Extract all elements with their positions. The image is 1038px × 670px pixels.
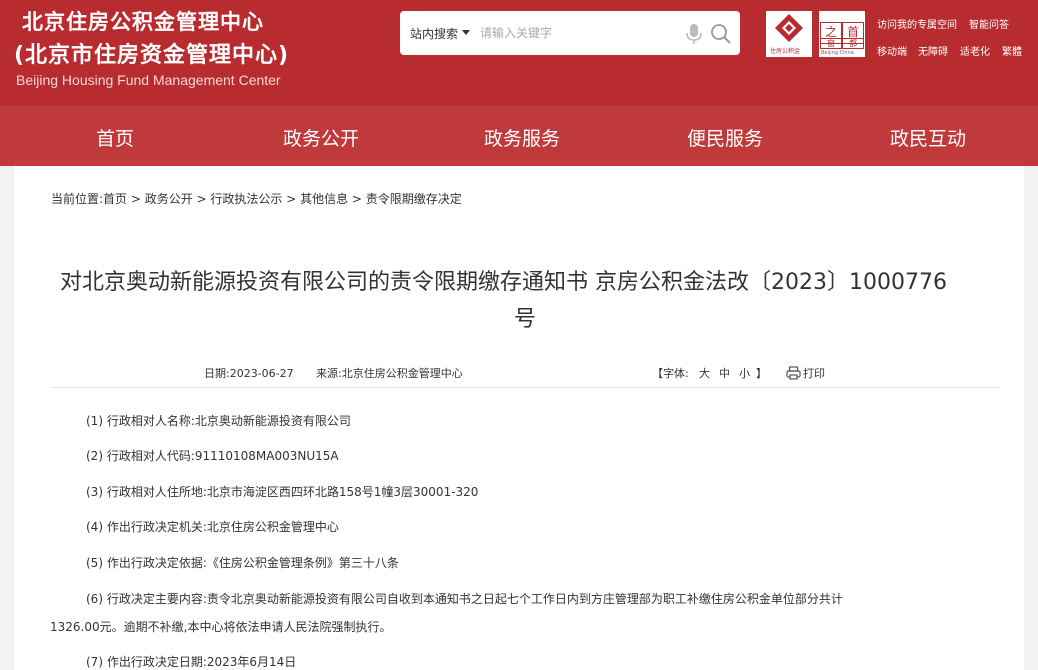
divider [51,387,999,388]
font-small-button[interactable]: 小 [739,365,750,381]
font-large-button[interactable]: 大 [699,365,710,381]
article-item: (7) 作出行政决定日期:2023年6月14日 [86,655,297,669]
article-item: (3) 行政相对人住所地:北京市海淀区西四环北路158号1幢3层30001-32… [86,485,479,499]
org-name-cn-alt[interactable]: (北京市住房资金管理中心) [14,37,289,69]
breadcrumb[interactable]: 当前位置:首页 > 政务公开 > 行政执法公示 > 其他信息 > 责令限期缴存决… [51,190,462,207]
search-box: 站内搜索 [400,11,740,55]
logo-caption: 住房公积金 [770,48,801,55]
nav-item-gov-affairs[interactable]: 政务公开 [283,124,359,151]
elderly-mode-link[interactable]: 适老化 [960,43,990,58]
nav-item-interaction[interactable]: 政民互动 [890,124,966,151]
article-item: (4) 作出行政决定机关:北京住房公积金管理中心 [86,520,339,534]
seal-caption: Beijing·China [821,50,854,56]
article-title-cont: 号 [514,307,537,332]
nav-item-home[interactable]: 首页 [96,124,134,151]
seal-char: 都 [842,38,864,49]
accessibility-link[interactable]: 无障碍 [918,43,948,58]
capital-window-logo[interactable]: 之 首 窗 都 Beijing·China [819,11,865,57]
printer-icon[interactable] [786,366,801,380]
seal-char: 窗 [820,38,842,49]
nav-item-gov-services[interactable]: 政务服务 [484,124,560,151]
mobile-link[interactable]: 移动端 [877,43,907,58]
article-source: 来源:北京住房公积金管理中心 [316,367,463,380]
org-name-cn[interactable]: 北京住房公积金管理中心 [22,6,264,36]
caret-down-icon[interactable] [462,30,470,35]
font-size-label: 【字体: [652,367,689,380]
article-item: (2) 行政相对人代码:91110108MA003NU15A [86,449,339,463]
housing-fund-logo[interactable]: 住房公积金 [766,11,812,57]
print-button[interactable]: 打印 [803,365,825,381]
diamond-logo-icon [775,14,803,42]
org-name-en: Beijing Housing Fund Management Center [16,72,281,88]
site-header: 北京住房公积金管理中心 (北京市住房资金管理中心) Beijing Housin… [0,0,1038,106]
article-title: 对北京奥动新能源投资有限公司的责令限期缴存通知书 京房公积金法改〔2023〕10… [60,270,947,295]
article-item: (6) 行政决定主要内容:责令北京奥动新能源投资有限公司自收到本通知书之日起七个… [86,592,843,606]
article-date: 日期:2023-06-27 [204,367,294,380]
search-scope-select[interactable]: 站内搜索 [410,25,458,42]
traditional-chinese-link[interactable]: 繁體 [1002,43,1022,58]
article-item: (1) 行政相对人名称:北京奥动新能源投资有限公司 [86,414,351,428]
smart-qa-link[interactable]: 智能问答 [969,16,1009,31]
article-item: (5) 作出行政决定依据:《住房公积金管理条例》第三十八条 [86,556,399,570]
font-medium-button[interactable]: 中 [719,365,730,381]
main-nav: 首页 政务公开 政务服务 便民服务 政民互动 [0,106,1038,166]
nav-item-public-services[interactable]: 便民服务 [687,124,763,151]
article-panel: 当前位置:首页 > 政务公开 > 行政执法公示 > 其他信息 > 责令限期缴存决… [14,166,1024,670]
microphone-icon[interactable] [684,23,704,45]
search-icon[interactable] [710,23,732,45]
search-input[interactable] [480,21,670,45]
article-item-cont: 1326.00元。逾期不补缴,本中心将依法申请人民法院强制执行。 [50,620,392,634]
font-size-close: 】 [756,367,767,380]
my-space-link[interactable]: 访问我的专属空间 [877,16,957,31]
